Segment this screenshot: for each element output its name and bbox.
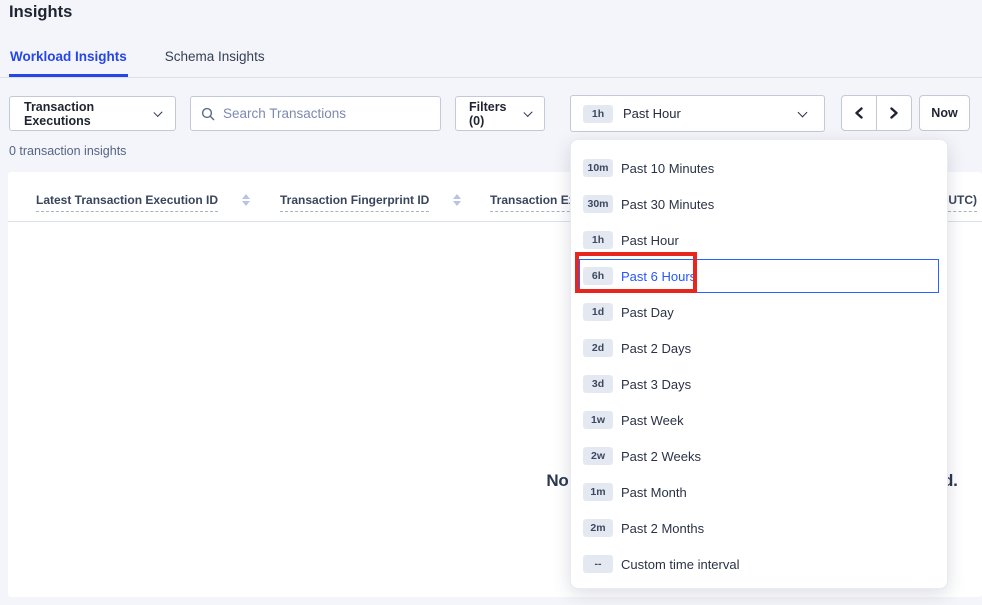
time-badge: 2d xyxy=(583,339,613,357)
chevron-down-icon xyxy=(798,107,808,117)
menu-item-label: Past 3 Days xyxy=(621,377,691,392)
chevron-right-icon xyxy=(889,107,899,119)
menu-item-label: Past Hour xyxy=(621,233,679,248)
now-button[interactable]: Now xyxy=(919,95,970,131)
time-badge: 1m xyxy=(583,483,613,501)
menu-item-label: Custom time interval xyxy=(621,557,739,572)
time-badge: 10m xyxy=(583,159,613,177)
time-badge: 1h xyxy=(583,231,613,249)
menu-item-custom[interactable]: -- Custom time interval xyxy=(571,546,947,582)
column-header-latest-transaction-execution-id[interactable]: Latest Transaction Execution ID xyxy=(36,193,250,212)
search-box xyxy=(190,96,441,131)
column-label: UTC) xyxy=(948,193,977,212)
filters-label: Filters (0) xyxy=(469,100,518,128)
column-header-time-utc[interactable]: UTC) xyxy=(948,193,977,212)
column-label: Transaction Ex xyxy=(490,193,575,212)
insights-count: 0 transaction insights xyxy=(9,144,126,158)
annotation-highlight-box xyxy=(575,252,697,293)
menu-item-3d[interactable]: 3d Past 3 Days xyxy=(571,366,947,402)
menu-item-30m[interactable]: 30m Past 30 Minutes xyxy=(571,186,947,222)
time-badge: 3d xyxy=(583,375,613,393)
column-label: Transaction Fingerprint ID xyxy=(280,193,429,212)
sort-icon[interactable] xyxy=(453,194,461,206)
column-header-transaction-fingerprint-id[interactable]: Transaction Fingerprint ID xyxy=(280,193,461,212)
menu-item-label: Past 30 Minutes xyxy=(621,197,714,212)
time-nav-group xyxy=(841,95,912,131)
menu-item-label: Past Month xyxy=(621,485,687,500)
time-badge: -- xyxy=(583,555,613,573)
chevron-down-icon xyxy=(153,107,162,116)
time-interval-badge: 1h xyxy=(583,105,613,123)
menu-item-1w[interactable]: 1w Past Week xyxy=(571,402,947,438)
sort-icon[interactable] xyxy=(242,194,250,206)
menu-item-label: Past Week xyxy=(621,413,684,428)
menu-item-10m[interactable]: 10m Past 10 Minutes xyxy=(571,150,947,186)
execution-type-select[interactable]: Transaction Executions xyxy=(9,96,176,131)
menu-item-1m[interactable]: 1m Past Month xyxy=(571,474,947,510)
tab-bar: Workload Insights Schema Insights xyxy=(0,43,982,78)
menu-item-label: Past 10 Minutes xyxy=(621,161,714,176)
prev-interval-button[interactable] xyxy=(842,96,876,130)
search-icon xyxy=(201,107,215,121)
time-interval-menu: 10m Past 10 Minutes 30m Past 30 Minutes 1h Pa… xyxy=(570,139,948,589)
execution-type-label: Transaction Executions xyxy=(24,100,146,128)
chevron-down-icon xyxy=(523,107,532,116)
time-interval-label: Past Hour xyxy=(623,106,681,121)
menu-item-2m[interactable]: 2m Past 2 Months xyxy=(571,510,947,546)
time-badge: 1d xyxy=(583,303,613,321)
menu-item-label: Past 2 Days xyxy=(621,341,691,356)
menu-item-2d[interactable]: 2d Past 2 Days xyxy=(571,330,947,366)
column-label: Latest Transaction Execution ID xyxy=(36,193,218,212)
filters-button[interactable]: Filters (0) xyxy=(455,96,545,131)
next-interval-button[interactable] xyxy=(876,96,911,130)
page-title: Insights xyxy=(9,3,72,22)
time-interval-select[interactable]: 1h Past Hour xyxy=(570,95,825,132)
menu-item-2w[interactable]: 2w Past 2 Weeks xyxy=(571,438,947,474)
menu-item-label: Past 2 Months xyxy=(621,521,704,536)
time-badge: 30m xyxy=(583,195,613,213)
tab-schema-insights[interactable]: Schema Insights xyxy=(164,43,266,77)
tab-workload-insights[interactable]: Workload Insights xyxy=(9,43,128,77)
menu-item-1d[interactable]: 1d Past Day xyxy=(571,294,947,330)
search-input[interactable] xyxy=(223,106,430,121)
time-badge: 2m xyxy=(583,519,613,537)
column-header-transaction-execution[interactable]: Transaction Ex xyxy=(490,193,575,212)
menu-item-label: Past 2 Weeks xyxy=(621,449,701,464)
time-badge: 2w xyxy=(583,447,613,465)
time-badge: 1w xyxy=(583,411,613,429)
chevron-left-icon xyxy=(854,107,864,119)
menu-item-label: Past Day xyxy=(621,305,674,320)
